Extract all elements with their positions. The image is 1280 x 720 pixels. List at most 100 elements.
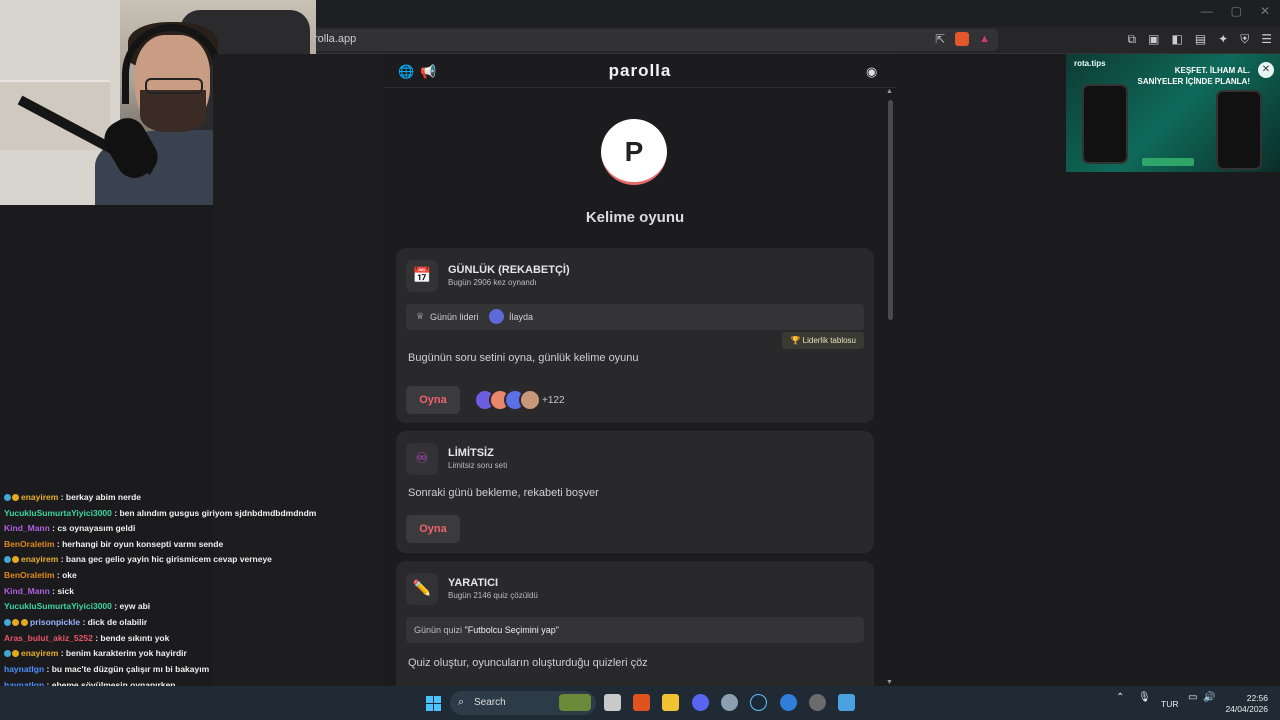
infinity-icon: ♾ (406, 443, 438, 475)
chat-username[interactable]: BenOraletim (4, 539, 55, 549)
quiz-name: "Futbolcu Seçimini yap" (464, 625, 559, 635)
chat-message: BenOraletim : herhangi bir oyun konsepti… (4, 539, 223, 549)
stream-chat: enayirem : berkay abim nerde YucukluSumur… (0, 470, 380, 720)
daily-card-description: Bugünün soru setini oyna, günlük kelime … (408, 352, 639, 364)
chat-message: YucukluSumurtaYiyici3000 : ben alındım g… (4, 508, 316, 518)
creative-card-title: YARATICI (448, 577, 499, 589)
chat-username[interactable]: enayirem (21, 554, 58, 564)
network-icon[interactable]: ▭ (1188, 692, 1197, 703)
chat-separator: : (58, 648, 66, 658)
daily-mode-card: 📅 GÜNLÜK (REKABETÇİ) Bugün 2906 kez oyna… (396, 248, 874, 423)
chat-message-text: ben alındım gusgus giriyom sjdnbdmdbdmdn… (119, 508, 317, 518)
chat-username[interactable]: Kind_Mann (4, 586, 50, 596)
app-title[interactable]: parolla (384, 61, 896, 81)
chat-message-text: berkay abim nerde (65, 492, 142, 502)
taskbar-search[interactable]: ⌕ Search (450, 691, 596, 715)
volume-icon[interactable]: 🔊 (1203, 692, 1215, 703)
leo-ai-icon[interactable]: ✦ (1218, 32, 1228, 47)
daily-play-button[interactable]: Oyna (406, 386, 460, 414)
address-bar-icons: ⇱ ▲ (935, 32, 990, 46)
brave-rewards-icon[interactable]: ▲ (979, 33, 990, 45)
app-header: 🌐 📢 parolla ◉ (384, 54, 896, 88)
chat-separator: : (54, 570, 63, 580)
chat-username[interactable]: Kind_Mann (4, 523, 50, 533)
ad-phone-image (1216, 90, 1262, 170)
scroll-thumb[interactable] (888, 100, 893, 320)
chat-message: enayirem : bana gec gelio yayin hic giri… (4, 554, 272, 564)
windows-start-icon[interactable] (426, 696, 441, 711)
players-more-count: +122 (542, 395, 565, 406)
ad-close-icon[interactable]: ✕ (1258, 62, 1274, 78)
chat-username[interactable]: YucukluSumurtaYiyici3000 (4, 508, 112, 518)
user-account-icon[interactable]: ◉ (866, 64, 877, 80)
page-scrollbar[interactable]: ▲ ▼ (886, 88, 894, 686)
chat-username[interactable]: Aras_bulut_akiz_5252 (4, 633, 93, 643)
ad-cta-button[interactable] (1142, 158, 1194, 166)
chat-separator: : (44, 664, 52, 674)
brave-browser-icon[interactable] (633, 694, 650, 711)
microphone-icon[interactable]: 🎙 (1138, 692, 1151, 703)
brave-shields-icon[interactable] (955, 32, 970, 46)
advertisement-banner[interactable]: rota.tips KEŞFET. İLHAM AL. SANİYELER İÇ… (1066, 54, 1280, 172)
address-bar[interactable]: rolla.app ⇱ ▲ (300, 29, 998, 51)
steam-icon[interactable] (750, 694, 767, 711)
discord-icon[interactable] (692, 694, 709, 711)
quiz-of-day[interactable]: Günün quizi "Futbolcu Seçimini yap" (406, 617, 864, 643)
taskbar-search-label: Search (474, 697, 506, 708)
share-icon[interactable]: ⇱ (935, 32, 945, 46)
scroll-down-arrow-icon[interactable]: ▼ (886, 679, 893, 686)
chat-message-text: bana gec gelio yayin hic girismicem ceva… (65, 554, 272, 564)
tray-expand-icon[interactable]: ⌃ (1116, 692, 1124, 703)
chat-message-text: cs oynayasım geldi (57, 523, 136, 533)
chat-message: enayirem : benim karakterim yok hayirdir (4, 648, 187, 658)
chat-username[interactable]: haynatlgn (4, 664, 44, 674)
leader-label: Günün lideri (430, 312, 479, 322)
leaderboard-button[interactable]: 🏆 Liderlik tablosu (782, 332, 864, 349)
chat-username[interactable]: enayirem (21, 492, 58, 502)
chat-message: BenOraletim : oke (4, 570, 77, 580)
chat-badge-icon (4, 556, 11, 563)
obs-icon[interactable] (809, 694, 826, 711)
ad-headline-line1: KEŞFET. İLHAM AL. (1174, 66, 1250, 75)
chat-username[interactable]: enayirem (21, 648, 58, 658)
keyboard-language[interactable]: TUR (1161, 699, 1178, 709)
unlimited-play-button[interactable]: Oyna (406, 515, 460, 543)
chat-username[interactable]: BenOraletim (4, 570, 55, 580)
app-page: 🌐 📢 parolla ◉ P Kelime oyunu 📅 GÜNLÜK (R… (384, 54, 896, 686)
close-window-button[interactable]: ✕ (1260, 4, 1270, 18)
sidebar-icon[interactable]: ◧ (1171, 32, 1182, 47)
chat-username[interactable]: prisonpickle (30, 617, 80, 627)
settings-gear-icon[interactable] (721, 694, 738, 711)
vpn-shield-icon[interactable]: ⛨ (1240, 32, 1249, 47)
unlimited-mode-card: ♾ LİMİTSİZ Limitsiz soru seti Sonraki gü… (396, 431, 874, 553)
creative-mode-card: ✏️ YARATICI Bugün 2146 quiz çözüldü Günü… (396, 561, 874, 686)
ad-brand: rota.tips (1074, 59, 1106, 68)
scroll-up-arrow-icon[interactable]: ▲ (886, 88, 893, 95)
url-text: rolla.app (314, 33, 357, 45)
unlimited-card-title: LİMİTSİZ (448, 447, 494, 459)
calendar-icon: 📅 (406, 260, 438, 292)
media-icon[interactable]: ▣ (1148, 32, 1159, 47)
quiz-label: Günün quizi (414, 625, 463, 635)
leader-name: İlayda (509, 312, 534, 322)
leader-avatar (489, 309, 504, 324)
chat-message-text: benim karakterim yok hayirdir (65, 648, 187, 658)
chat-message-text: dick de olabilir (87, 617, 148, 627)
chat-username[interactable]: YucukluSumurtaYiyici3000 (4, 601, 112, 611)
app-icon[interactable] (838, 694, 855, 711)
wallet-icon[interactable]: ▤ (1195, 32, 1206, 47)
player-avatar (519, 389, 541, 411)
file-explorer-icon[interactable] (662, 694, 679, 711)
windows-taskbar: ⌕ Search ⌃ 🎙 TUR ▭ 🔊 22:56 24/04/2026 (0, 686, 1280, 720)
ad-phone-image (1082, 84, 1128, 164)
extensions-icon[interactable]: ⧉ (1128, 32, 1137, 47)
app-icon[interactable] (780, 694, 797, 711)
taskbar-clock[interactable]: 22:56 24/04/2026 (1225, 693, 1268, 715)
app-logo: P (601, 119, 667, 185)
chat-separator: : (54, 539, 63, 549)
task-view-icon[interactable] (604, 694, 621, 711)
chat-badge-icon (4, 619, 11, 626)
menu-icon[interactable]: ☰ (1261, 32, 1272, 47)
maximize-button[interactable]: ▢ (1231, 4, 1242, 18)
minimize-button[interactable]: — (1201, 4, 1213, 18)
